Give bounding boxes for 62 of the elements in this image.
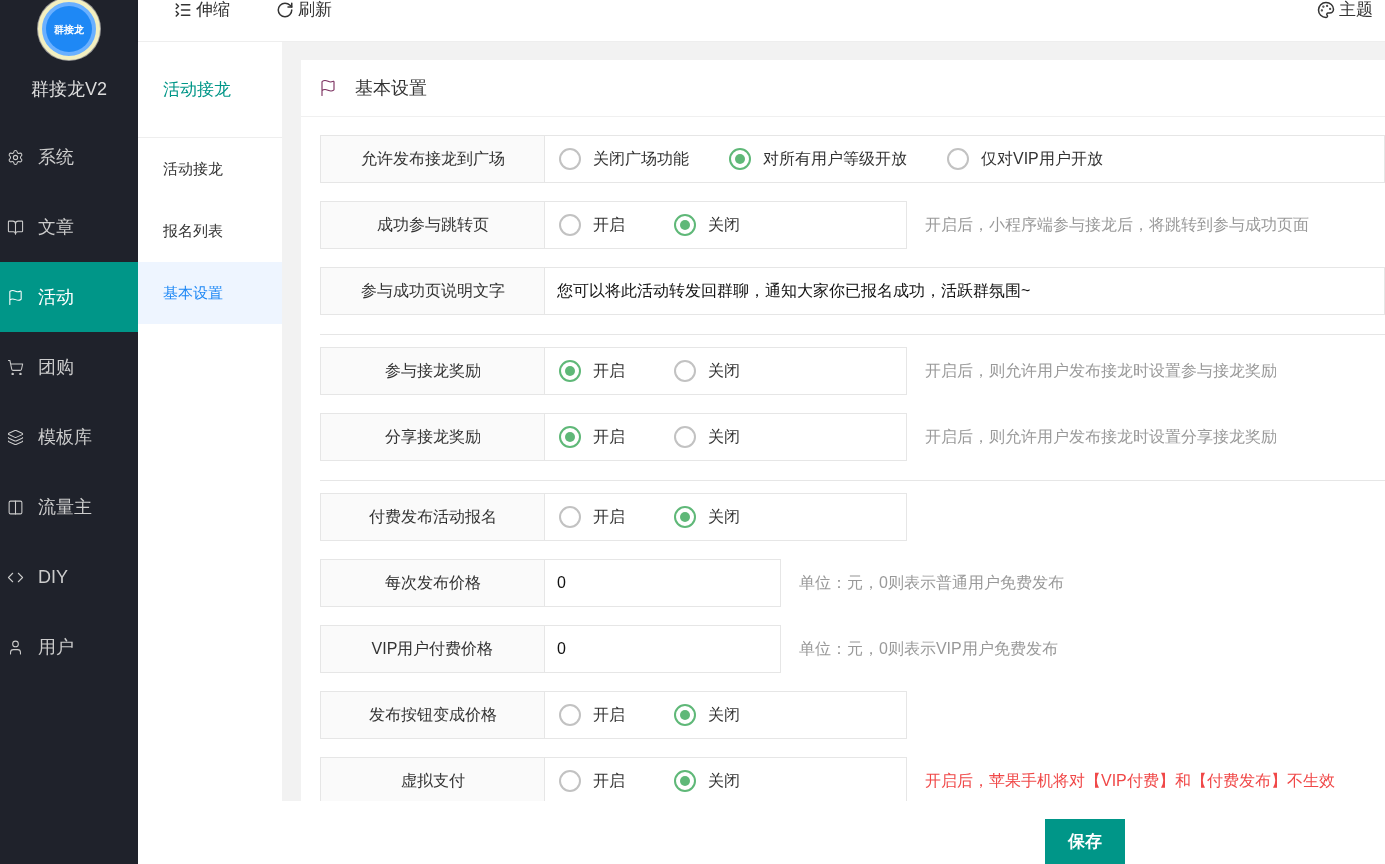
cart-icon xyxy=(7,358,24,376)
field-label: 参与接龙奖励 xyxy=(320,347,545,395)
radio-option[interactable]: 开启 xyxy=(559,425,634,449)
card-title: 基本设置 xyxy=(355,76,427,100)
hint-text: 开启后，苹果手机将对【VIP付费】和【付费发布】不生效 xyxy=(925,771,1335,791)
columns-icon xyxy=(7,498,24,516)
hint-text: 单位：元，0则表示VIP用户免费发布 xyxy=(799,639,1058,659)
radio-option[interactable]: 关闭 xyxy=(674,703,749,727)
field-label: 分享接龙奖励 xyxy=(320,413,545,461)
radio-option[interactable]: 关闭 xyxy=(674,213,749,237)
hint-text: 开启后，则允许用户发布接龙时设置分享接龙奖励 xyxy=(925,427,1277,447)
radio-option[interactable]: 关闭广场功能 xyxy=(559,147,689,171)
submenu-item[interactable]: 报名列表 xyxy=(138,200,282,262)
radio-option[interactable]: 开启 xyxy=(559,505,634,529)
text-input[interactable]: 您可以将此活动转发回群聊，通知大家你已报名成功，活跃群氛围~ xyxy=(545,267,1385,315)
app-title: 群接龙V2 xyxy=(31,78,107,101)
menu-item[interactable]: 团购 xyxy=(0,332,138,402)
radio-option[interactable]: 关闭 xyxy=(674,359,749,383)
field-label: 参与成功页说明文字 xyxy=(320,267,545,315)
theme-button[interactable]: 主题 xyxy=(1317,0,1373,23)
toolbar-button[interactable]: 伸缩 xyxy=(174,0,230,23)
layers-icon xyxy=(7,428,24,446)
menu-item[interactable]: 模板库 xyxy=(0,402,138,472)
field-label: 成功参与跳转页 xyxy=(320,201,545,249)
menu-item[interactable]: 流量主 xyxy=(0,472,138,542)
radio-option[interactable]: 开启 xyxy=(559,359,634,383)
menu-item[interactable]: DIY xyxy=(0,542,138,612)
save-button[interactable]: 保存 xyxy=(1045,819,1125,864)
field-label: VIP用户付费价格 xyxy=(320,625,545,673)
field-label: 每次发布价格 xyxy=(320,559,545,607)
flag-icon xyxy=(319,79,337,97)
menu-item[interactable]: 用户 xyxy=(0,612,138,682)
hint-text: 开启后，小程序端参与接龙后，将跳转到参与成功页面 xyxy=(925,215,1309,235)
field-label: 允许发布接龙到广场 xyxy=(320,135,545,183)
field-label: 虚拟支付 xyxy=(320,757,545,801)
logo-badge: 群接龙 xyxy=(38,0,100,60)
hint-text: 单位：元，0则表示普通用户免费发布 xyxy=(799,573,1064,593)
price-input[interactable]: 0 xyxy=(545,625,781,673)
menu-item[interactable]: 系统 xyxy=(0,122,138,192)
book-icon xyxy=(7,218,24,236)
palette-icon xyxy=(1317,0,1335,19)
toolbar-button[interactable]: 刷新 xyxy=(276,0,332,23)
user-icon xyxy=(7,638,24,656)
radio-option[interactable]: 对所有用户等级开放 xyxy=(729,147,907,171)
collapse-icon xyxy=(174,0,192,19)
radio-option[interactable]: 关闭 xyxy=(674,505,749,529)
price-input[interactable]: 0 xyxy=(545,559,781,607)
radio-option[interactable]: 开启 xyxy=(559,769,634,793)
flag-icon xyxy=(7,288,24,306)
radio-option[interactable]: 开启 xyxy=(559,703,634,727)
hint-text: 开启后，则允许用户发布接龙时设置参与接龙奖励 xyxy=(925,361,1277,381)
radio-option[interactable]: 关闭 xyxy=(674,769,749,793)
menu-item[interactable]: 活动 xyxy=(0,262,138,332)
settings-icon xyxy=(7,148,24,166)
field-label: 付费发布活动报名 xyxy=(320,493,545,541)
radio-option[interactable]: 开启 xyxy=(559,213,634,237)
menu-item[interactable]: 文章 xyxy=(0,192,138,262)
submenu-item[interactable]: 活动接龙 xyxy=(138,138,282,200)
radio-option[interactable]: 关闭 xyxy=(674,425,749,449)
radio-option[interactable]: 仅对VIP用户开放 xyxy=(947,147,1103,171)
field-label: 发布按钮变成价格 xyxy=(320,691,545,739)
refresh-icon xyxy=(276,0,294,19)
